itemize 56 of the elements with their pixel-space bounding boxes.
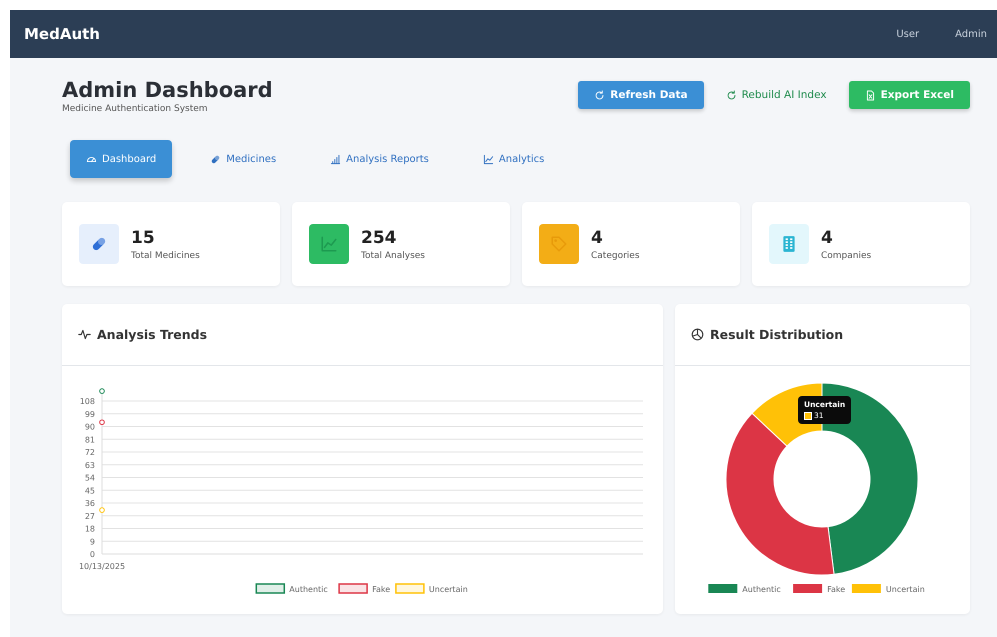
data-point — [99, 388, 105, 394]
axis-tick-label: 10/13/2025 — [78, 562, 126, 571]
pulse-icon — [78, 328, 91, 341]
stat-label: Companies — [821, 250, 872, 260]
stat-value: 4 — [821, 228, 834, 248]
stat-value: 4 — [591, 228, 604, 248]
legend-label: Fake — [827, 585, 846, 594]
brand-logo[interactable]: MedAuth — [24, 25, 860, 43]
line-chart-icon — [320, 235, 338, 253]
axis-tick-label: 90 — [84, 422, 95, 432]
card-title: Analysis Trends — [97, 327, 208, 342]
nav-tab[interactable]: Dashboard — [70, 140, 172, 178]
legend-item[interactable]: Uncertain — [395, 583, 468, 594]
line-chart-icon — [482, 154, 494, 164]
legend-label: Authentic — [742, 585, 781, 594]
data-point — [99, 419, 105, 426]
legend-label: Authentic — [289, 585, 328, 594]
pie-chart-icon — [691, 328, 704, 341]
stat-value: 254 — [361, 228, 398, 248]
axis-tick-label: 36 — [84, 499, 95, 508]
nav-link[interactable]: Admin — [955, 28, 987, 40]
file-icon — [864, 90, 876, 100]
rebuild-link[interactable]: Rebuild AI Index — [726, 81, 827, 109]
refresh-button[interactable]: Refresh Data — [578, 81, 704, 109]
axis-tick-label: 27 — [84, 512, 95, 521]
stat-label: Categories — [591, 250, 640, 260]
legend-label: Fake — [372, 585, 390, 594]
nav-tab[interactable]: Analysis Reports — [314, 140, 445, 178]
legend-label: Uncertain — [428, 585, 468, 594]
nav-tab[interactable]: Analytics — [466, 140, 560, 178]
axis-tick-label: 0 — [90, 550, 95, 559]
data-point — [99, 507, 105, 513]
axis-tick-label: 54 — [84, 474, 95, 482]
refresh-icon — [594, 90, 606, 100]
card-title: Result Distribution — [710, 327, 844, 342]
legend-item[interactable]: Authentic — [256, 583, 328, 594]
axis-tick-label: 9 — [90, 537, 95, 546]
stat-value: 15 — [131, 228, 156, 248]
axis-tick-label: 81 — [84, 435, 95, 444]
axis-tick-label: 18 — [84, 524, 95, 534]
axis-tick-label: 63 — [84, 460, 95, 470]
stat-label: Total Analyses — [361, 250, 425, 260]
legend-item[interactable]: Authentic — [708, 584, 781, 594]
bar-chart-icon — [330, 154, 342, 164]
nav-link[interactable]: User — [896, 28, 920, 40]
axis-tick-label: 108 — [80, 397, 95, 406]
legend-label: Uncertain — [886, 585, 925, 594]
legend-item[interactable]: Uncertain — [852, 584, 925, 594]
stat-label: Total Medicines — [131, 250, 200, 260]
page-subtitle: Medicine Authentication System — [62, 104, 209, 114]
axis-tick-label: 72 — [84, 448, 95, 457]
axis-tick-label: 99 — [84, 410, 95, 419]
refresh-icon — [726, 90, 737, 100]
page-title: Admin Dashboard — [62, 78, 274, 102]
nav-tab[interactable]: Medicines — [194, 140, 292, 178]
axis-tick-label: 45 — [84, 486, 95, 496]
